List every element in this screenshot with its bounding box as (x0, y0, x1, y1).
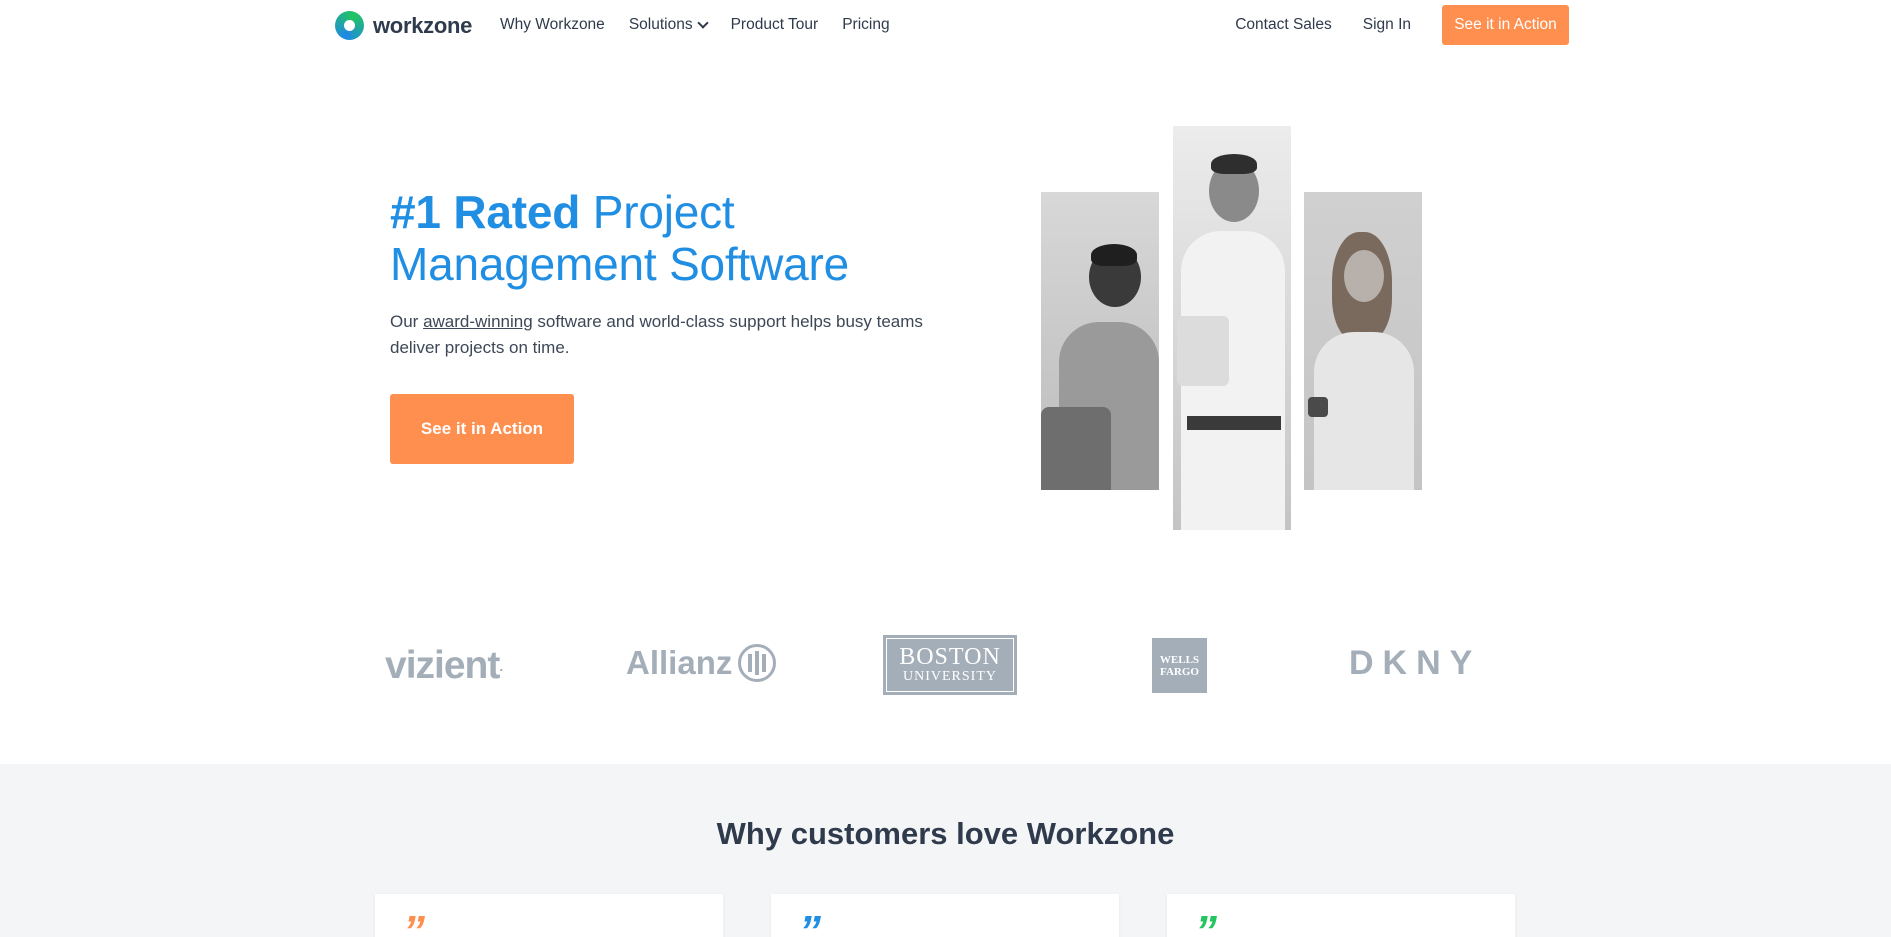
client-logos: vizient. Allianz BOSTON UNIVERSITY WELLS… (0, 630, 1891, 700)
sign-in-link[interactable]: Sign In (1363, 16, 1411, 34)
hero-sub-prefix: Our (390, 312, 424, 331)
allianz-eagle-icon (738, 644, 777, 682)
hero-title-line2: Management Software (390, 238, 850, 290)
testimonial-card: ” (771, 894, 1119, 937)
hero-subtitle: Our award-winning software and world-cla… (390, 309, 960, 361)
chevron-down-icon (696, 17, 709, 29)
brand-logo[interactable]: workzone (335, 11, 472, 40)
hero-photo-man-laptop (1041, 192, 1159, 490)
vizient-logo: vizient. (385, 644, 503, 687)
wells-fargo-logo: WELLS FARGO (1152, 638, 1207, 693)
hero-photo-woman-phone (1304, 192, 1422, 490)
hero-see-it-in-action-button[interactable]: See it in Action (390, 394, 574, 464)
testimonial-card: ” (1167, 894, 1515, 937)
hero-photo-man-standing (1173, 126, 1291, 530)
quote-mark-icon: ” (799, 907, 821, 937)
boston-university-logo: BOSTON UNIVERSITY (883, 635, 1017, 695)
nav-links: Why Workzone Solutions Product Tour Pric… (500, 16, 890, 34)
testimonial-card: ” (375, 894, 723, 937)
award-winning-link[interactable]: award-winning (423, 312, 533, 331)
hero-title: #1 Rated Project Management Software (390, 186, 849, 290)
nav-link-why-workzone[interactable]: Why Workzone (500, 16, 605, 34)
hero-title-bold: #1 Rated (390, 186, 581, 238)
allianz-logo: Allianz (626, 644, 777, 682)
nav-link-solutions[interactable]: Solutions (628, 16, 709, 34)
nav-actions: Contact Sales Sign In See it in Action (1235, 0, 1569, 50)
workzone-logo-icon (335, 11, 364, 40)
quote-mark-icon: ” (1195, 907, 1217, 937)
contact-sales-link[interactable]: Contact Sales (1235, 16, 1332, 34)
section-title: Why customers love Workzone (716, 816, 1175, 851)
quote-mark-icon: ” (403, 907, 425, 937)
nav-see-it-in-action-button[interactable]: See it in Action (1442, 5, 1569, 45)
nav-link-product-tour[interactable]: Product Tour (731, 16, 819, 34)
nav-link-pricing[interactable]: Pricing (842, 16, 889, 34)
dkny-logo: DKNY (1349, 644, 1482, 682)
nav-link-solutions-label: Solutions (628, 16, 693, 33)
top-nav: workzone Why Workzone Solutions Product … (0, 0, 1891, 50)
hero-title-rest: Project (580, 186, 735, 238)
brand-name: workzone (373, 12, 473, 38)
